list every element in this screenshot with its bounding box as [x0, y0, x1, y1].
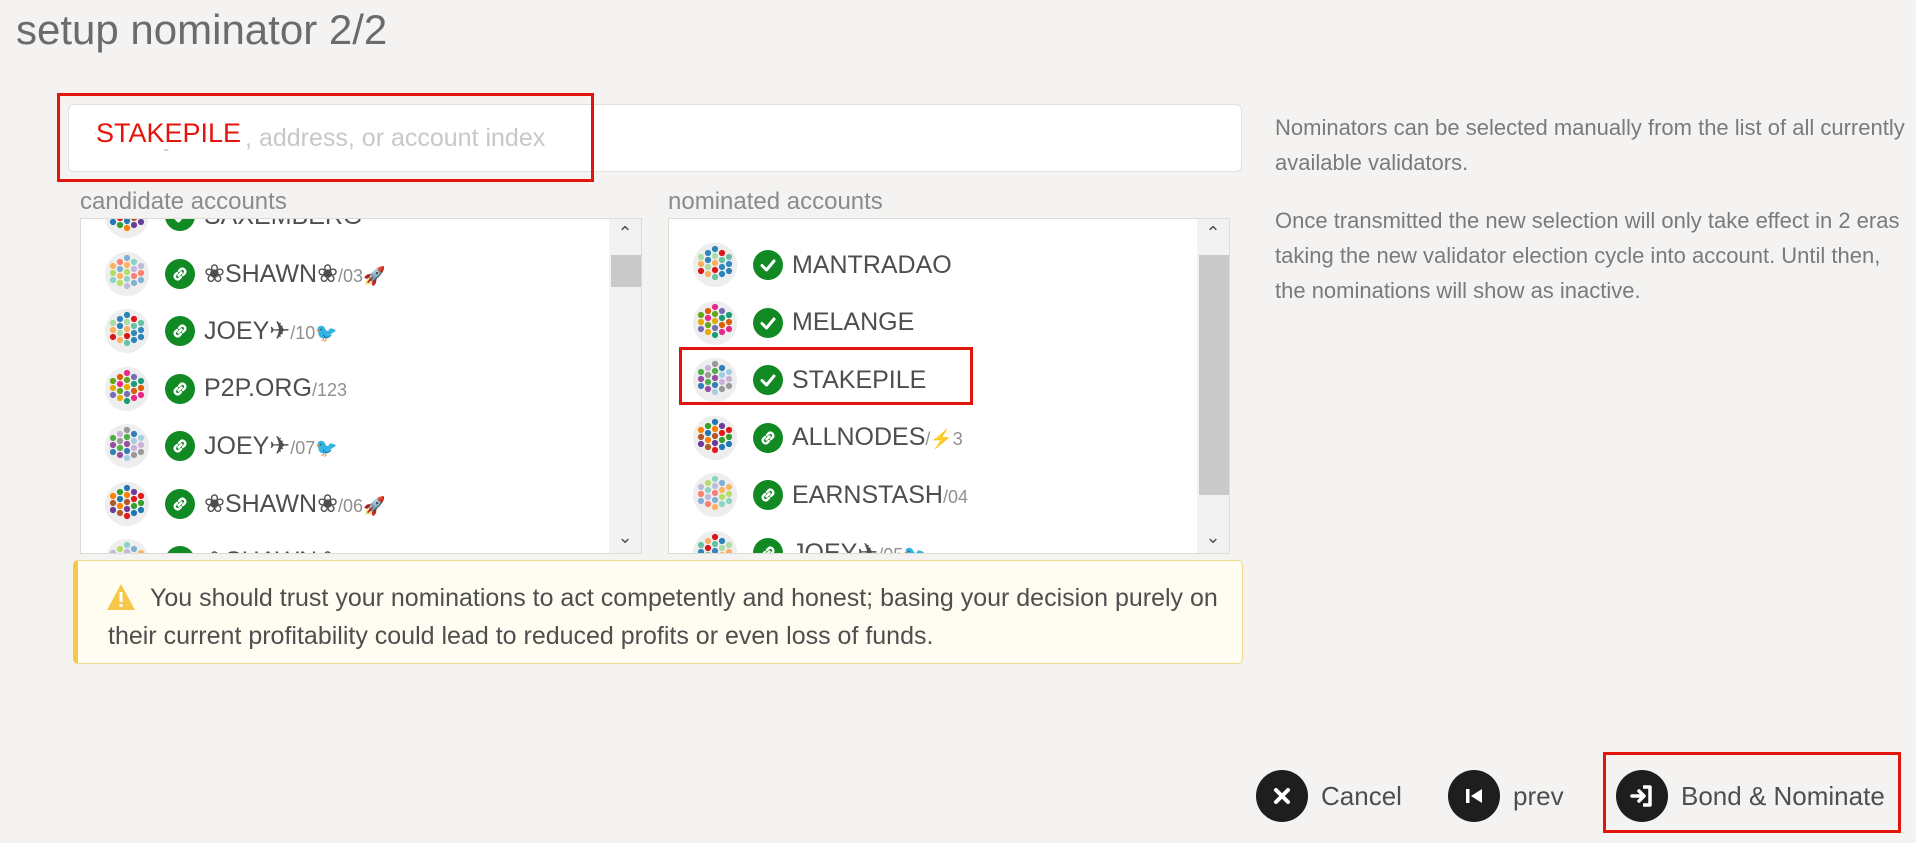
- account-index: /⚡3: [925, 429, 963, 449]
- link-icon: [165, 316, 195, 346]
- account-index: /04: [942, 486, 968, 507]
- scroll-down-icon[interactable]: ⌄: [1197, 525, 1229, 549]
- identicon-avatar: [105, 219, 149, 238]
- account-index: /07🐦: [290, 438, 338, 458]
- identicon-avatar: [693, 473, 737, 517]
- check-icon: [165, 219, 195, 231]
- identicon-avatar: [105, 424, 149, 468]
- account-name: JOEY✈/10🐦: [204, 317, 338, 345]
- identicon-avatar: [105, 366, 149, 411]
- account-name: JOEY✈/07🐦: [204, 432, 338, 460]
- account-row[interactable]: EARNSTASH/04: [669, 468, 968, 522]
- account-row[interactable]: ❀SHAWN❀/05: [81, 534, 363, 554]
- stakepile-highlight: [679, 347, 973, 405]
- account-row[interactable]: JOEY✈/10🐦: [81, 304, 338, 358]
- account-name: MELANGE: [792, 308, 915, 336]
- account-name: MANTRADAO: [792, 250, 952, 279]
- step-back-icon: [1448, 770, 1500, 822]
- account-name: JOEY✈/05🐦: [792, 538, 926, 554]
- account-row[interactable]: ❀SHAWN❀/03🚀: [81, 247, 385, 301]
- nominated-accounts-label: nominated accounts: [668, 188, 883, 215]
- cancel-button[interactable]: Cancel: [1256, 770, 1402, 822]
- account-row[interactable]: P2P.ORG/123: [81, 362, 347, 416]
- bond-nominate-highlight: [1603, 752, 1901, 833]
- scroll-up-icon[interactable]: ⌃: [1197, 221, 1229, 245]
- account-index: /06🚀: [338, 495, 386, 516]
- link-icon: [165, 431, 195, 461]
- account-row[interactable]: JOEY✈/05🐦: [669, 526, 926, 554]
- info-paragraph-2: Once transmitted the new selection will …: [1275, 208, 1900, 303]
- account-row[interactable]: JOEY✈/07🐦: [81, 419, 338, 473]
- link-icon: [165, 258, 195, 289]
- identicon-avatar: [105, 309, 149, 353]
- account-index: /03🚀: [338, 265, 386, 286]
- identicon-avatar: [105, 481, 149, 526]
- account-name: EARNSTASH/04: [792, 480, 968, 509]
- account-row[interactable]: ❀SHAWN❀/06🚀: [81, 477, 385, 531]
- candidate-scrollbar[interactable]: ⌃ ⌄: [609, 219, 641, 553]
- scrollbar-thumb[interactable]: [1199, 255, 1229, 495]
- prev-label: prev: [1513, 780, 1564, 811]
- candidate-list[interactable]: ❀SHAWN❀/05 ❀SHAWN❀/06🚀 JOEY✈/07🐦 P2P.ORG/12…: [80, 218, 642, 554]
- link-icon: [753, 422, 783, 453]
- account-row[interactable]: ALLNODES/⚡3: [669, 411, 963, 465]
- link-icon: [165, 546, 195, 553]
- scroll-up-icon[interactable]: ⌃: [609, 221, 641, 245]
- identicon-avatar: [693, 415, 737, 460]
- account-name: ALLNODES/⚡3: [792, 423, 963, 451]
- account-name: P2P.ORG/123: [204, 374, 347, 402]
- account-row[interactable]: MANTRADAO: [669, 238, 952, 292]
- link-icon: [165, 373, 195, 404]
- prev-button[interactable]: prev: [1448, 770, 1564, 822]
- account-name: ❀SHAWN❀/05: [204, 546, 363, 554]
- link-icon: [753, 480, 783, 510]
- account-row[interactable]: MELANGE: [669, 296, 914, 350]
- account-index: /123: [311, 380, 347, 400]
- identicon-avatar: [105, 539, 149, 553]
- account-index: /05: [338, 553, 363, 554]
- warning-text: You should trust your nominations to act…: [108, 584, 1218, 650]
- warning-box: You should trust your nominations to act…: [73, 560, 1243, 664]
- scroll-down-icon[interactable]: ⌄: [609, 525, 641, 549]
- identicon-avatar: [693, 300, 737, 345]
- candidate-accounts-label: candidate accounts: [80, 188, 287, 215]
- close-icon: [1256, 770, 1308, 822]
- nominated-scrollbar[interactable]: ⌃ ⌄: [1197, 219, 1229, 553]
- check-icon: [753, 307, 783, 338]
- cancel-label: Cancel: [1321, 780, 1402, 811]
- link-icon: [753, 537, 783, 553]
- account-index: /10🐦: [290, 323, 338, 343]
- account-row[interactable]: SAXEMBERG: [81, 219, 362, 243]
- account-name: ❀SHAWN❀/06🚀: [204, 489, 386, 518]
- identicon-avatar: [693, 530, 737, 553]
- search-highlight: [57, 93, 594, 182]
- account-index: /05🐦: [878, 545, 925, 554]
- account-name: SAXEMBERG: [204, 219, 362, 231]
- link-icon: [165, 488, 195, 519]
- check-icon: [753, 250, 783, 280]
- scrollbar-thumb[interactable]: [611, 255, 641, 287]
- identicon-avatar: [693, 243, 737, 287]
- identicon-avatar: [105, 251, 149, 296]
- account-name: ❀SHAWN❀/03🚀: [204, 259, 386, 288]
- info-paragraph-1: Nominators can be selected manually from…: [1275, 115, 1905, 175]
- page-title: setup nominator 2/2: [16, 6, 388, 53]
